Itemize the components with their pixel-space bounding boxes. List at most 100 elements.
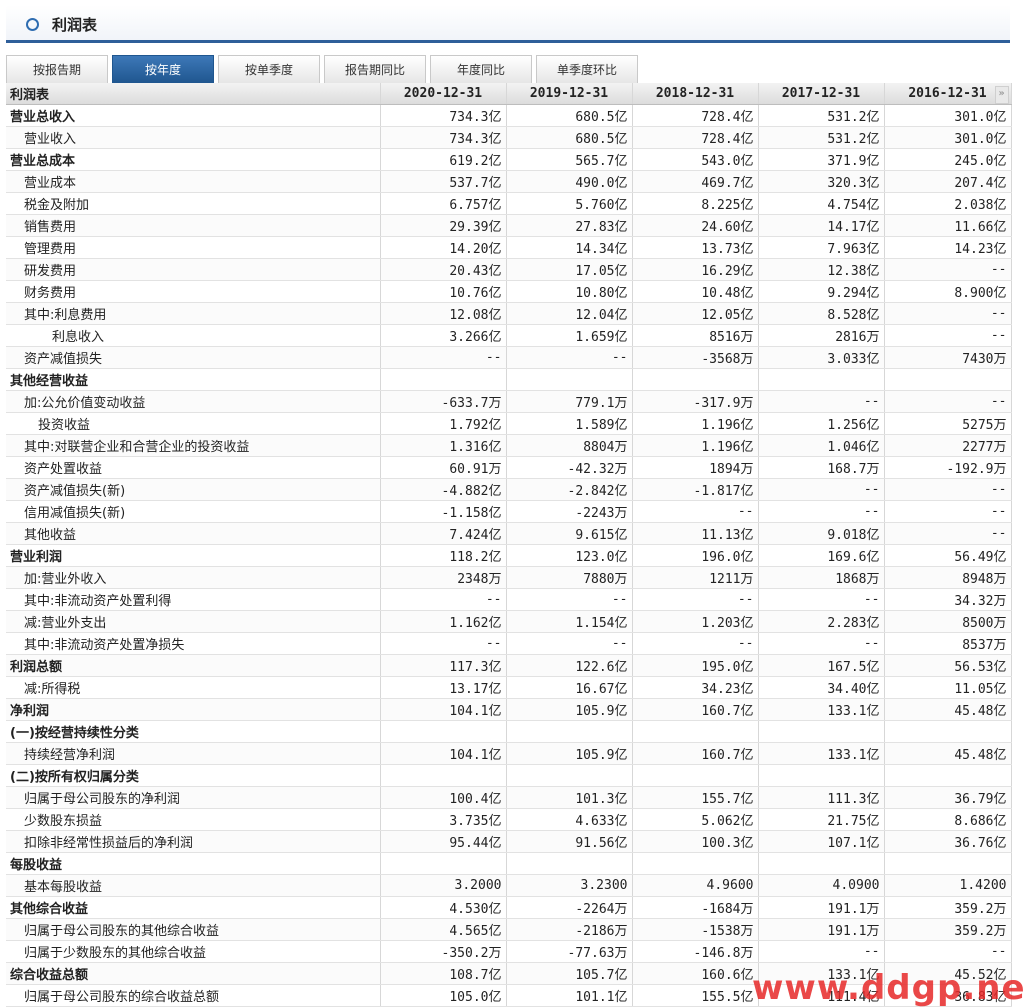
value-cell: 9.615亿 xyxy=(506,522,633,545)
panel-title: 利润表 xyxy=(52,16,98,34)
value-cell: 45.48亿 xyxy=(884,742,1012,765)
value-cell: 12.08亿 xyxy=(380,302,507,325)
row-label: 净利润 xyxy=(6,698,381,721)
value-cell: -- xyxy=(506,346,633,369)
value-cell: 29.39亿 xyxy=(380,214,507,237)
row-label: 归属于母公司股东的净利润 xyxy=(6,786,381,809)
tab-by-report-period[interactable]: 按报告期 xyxy=(6,55,108,83)
value-cell: 3.266亿 xyxy=(380,324,507,347)
value-cell: 122.6亿 xyxy=(506,654,633,677)
value-cell: 12.04亿 xyxy=(506,302,633,325)
tab-by-single-quarter[interactable]: 按单季度 xyxy=(218,55,320,83)
scroll-right-icon[interactable]: » xyxy=(994,86,1009,104)
value-cell: -192.9万 xyxy=(884,456,1012,479)
table-row: 营业利润 118.2亿 123.0亿 196.0亿 169.6亿 56.49亿 xyxy=(6,544,1012,567)
value-cell: 1.196亿 xyxy=(632,434,759,457)
row-label: 其中:利息费用 xyxy=(6,302,381,325)
value-cell: 11.66亿 xyxy=(884,214,1012,237)
value-cell xyxy=(758,720,885,743)
row-label: 营业收入 xyxy=(6,126,381,149)
value-cell xyxy=(506,368,633,391)
value-cell: 14.20亿 xyxy=(380,236,507,259)
table-row: 研发费用 20.43亿 17.05亿 16.29亿 12.38亿 -- xyxy=(6,258,1012,281)
circle-bullet-icon xyxy=(26,18,39,31)
value-cell: 168.7万 xyxy=(758,456,885,479)
tab-quarter-qoq[interactable]: 单季度环比 xyxy=(536,55,638,83)
row-label: 投资收益 xyxy=(6,412,381,435)
value-cell: 12.05亿 xyxy=(632,302,759,325)
value-cell: 320.3亿 xyxy=(758,170,885,193)
table-row: 持续经营净利润 104.1亿 105.9亿 160.7亿 133.1亿 45.48亿 xyxy=(6,742,1012,765)
column-header[interactable]: 2020-12-31 xyxy=(380,83,507,105)
tab-annual-yoy[interactable]: 年度同比 xyxy=(430,55,532,83)
table-row: 税金及附加 6.757亿 5.760亿 8.225亿 4.754亿 2.038亿 xyxy=(6,192,1012,215)
site-watermark: www.ddgp.net xyxy=(752,968,1024,1008)
column-header[interactable]: 2016-12-31 » xyxy=(884,83,1012,105)
column-header[interactable]: 2017-12-31 xyxy=(758,83,885,105)
value-cell: 27.83亿 xyxy=(506,214,633,237)
table-row: 营业成本 537.7亿 490.0亿 469.7亿 320.3亿 207.4亿 xyxy=(6,170,1012,193)
value-cell: 469.7亿 xyxy=(632,170,759,193)
value-cell: 8.528亿 xyxy=(758,302,885,325)
row-label: 加:公允价值变动收益 xyxy=(6,390,381,413)
value-cell: 2816万 xyxy=(758,324,885,347)
table-row: 其他经营收益 xyxy=(6,368,1012,391)
value-cell: 105.7亿 xyxy=(506,962,633,985)
row-label: 营业总成本 xyxy=(6,148,381,171)
row-label: (一)按经营持续性分类 xyxy=(6,720,381,743)
value-cell: 14.34亿 xyxy=(506,236,633,259)
value-cell: 10.80亿 xyxy=(506,280,633,303)
value-cell: 8.900亿 xyxy=(884,280,1012,303)
table-row: 归属于母公司股东的其他综合收益 4.565亿 -2186万 -1538万 191.1万 3… xyxy=(6,918,1012,941)
value-cell: 543.0亿 xyxy=(632,148,759,171)
value-cell: -- xyxy=(884,258,1012,281)
table-row: 加:营业外收入 2348万 7880万 1211万 1868万 8948万 xyxy=(6,566,1012,589)
row-label: 综合收益总额 xyxy=(6,962,381,985)
table-row: 资产减值损失 -- -- -3568万 3.033亿 7430万 xyxy=(6,346,1012,369)
value-cell: -- xyxy=(758,632,885,655)
row-label: 基本每股收益 xyxy=(6,874,381,897)
value-cell: -350.2万 xyxy=(380,940,507,963)
value-cell: -- xyxy=(380,632,507,655)
value-cell: -317.9万 xyxy=(632,390,759,413)
row-label: 归属于少数股东的其他综合收益 xyxy=(6,940,381,963)
table-row: 利息收入 3.266亿 1.659亿 8516万 2816万 -- xyxy=(6,324,1012,347)
value-cell: 1.046亿 xyxy=(758,434,885,457)
value-cell: 155.7亿 xyxy=(632,786,759,809)
value-cell: 1.203亿 xyxy=(632,610,759,633)
row-label: 其他经营收益 xyxy=(6,368,381,391)
value-cell xyxy=(632,368,759,391)
value-cell: 3.033亿 xyxy=(758,346,885,369)
value-cell xyxy=(506,764,633,787)
column-header[interactable]: 2019-12-31 xyxy=(506,83,633,105)
value-cell: 91.56亿 xyxy=(506,830,633,853)
value-cell: -- xyxy=(758,500,885,523)
value-cell: 160.7亿 xyxy=(632,742,759,765)
table-row: 归属于少数股东的其他综合收益 -350.2万 -77.63万 -146.8万 -- -- xyxy=(6,940,1012,963)
value-cell: 6.757亿 xyxy=(380,192,507,215)
value-cell: 2348万 xyxy=(380,566,507,589)
value-cell: 34.23亿 xyxy=(632,676,759,699)
column-header[interactable]: 2018-12-31 xyxy=(632,83,759,105)
value-cell: 7880万 xyxy=(506,566,633,589)
value-cell: 7.424亿 xyxy=(380,522,507,545)
value-cell: -146.8万 xyxy=(632,940,759,963)
value-cell: 5.062亿 xyxy=(632,808,759,831)
value-cell: 4.0900 xyxy=(758,874,885,897)
value-cell: 1.4200 xyxy=(884,874,1012,897)
value-cell: 359.2万 xyxy=(884,896,1012,919)
value-cell: 104.1亿 xyxy=(380,698,507,721)
value-cell: -42.32万 xyxy=(506,456,633,479)
value-cell: 531.2亿 xyxy=(758,104,885,127)
value-cell: -2.842亿 xyxy=(506,478,633,501)
tab-by-year[interactable]: 按年度 xyxy=(112,55,214,83)
table-row: 资产处置收益 60.91万 -42.32万 1894万 168.7万 -192.9万 xyxy=(6,456,1012,479)
value-cell: 17.05亿 xyxy=(506,258,633,281)
table-row: 扣除非经常性损益后的净利润 95.44亿 91.56亿 100.3亿 107.1亿 36.… xyxy=(6,830,1012,853)
value-cell: 123.0亿 xyxy=(506,544,633,567)
value-cell: 779.1万 xyxy=(506,390,633,413)
value-cell: -2243万 xyxy=(506,500,633,523)
tab-report-period-yoy[interactable]: 报告期同比 xyxy=(324,55,426,83)
value-cell: 2277万 xyxy=(884,434,1012,457)
value-cell: 118.2亿 xyxy=(380,544,507,567)
